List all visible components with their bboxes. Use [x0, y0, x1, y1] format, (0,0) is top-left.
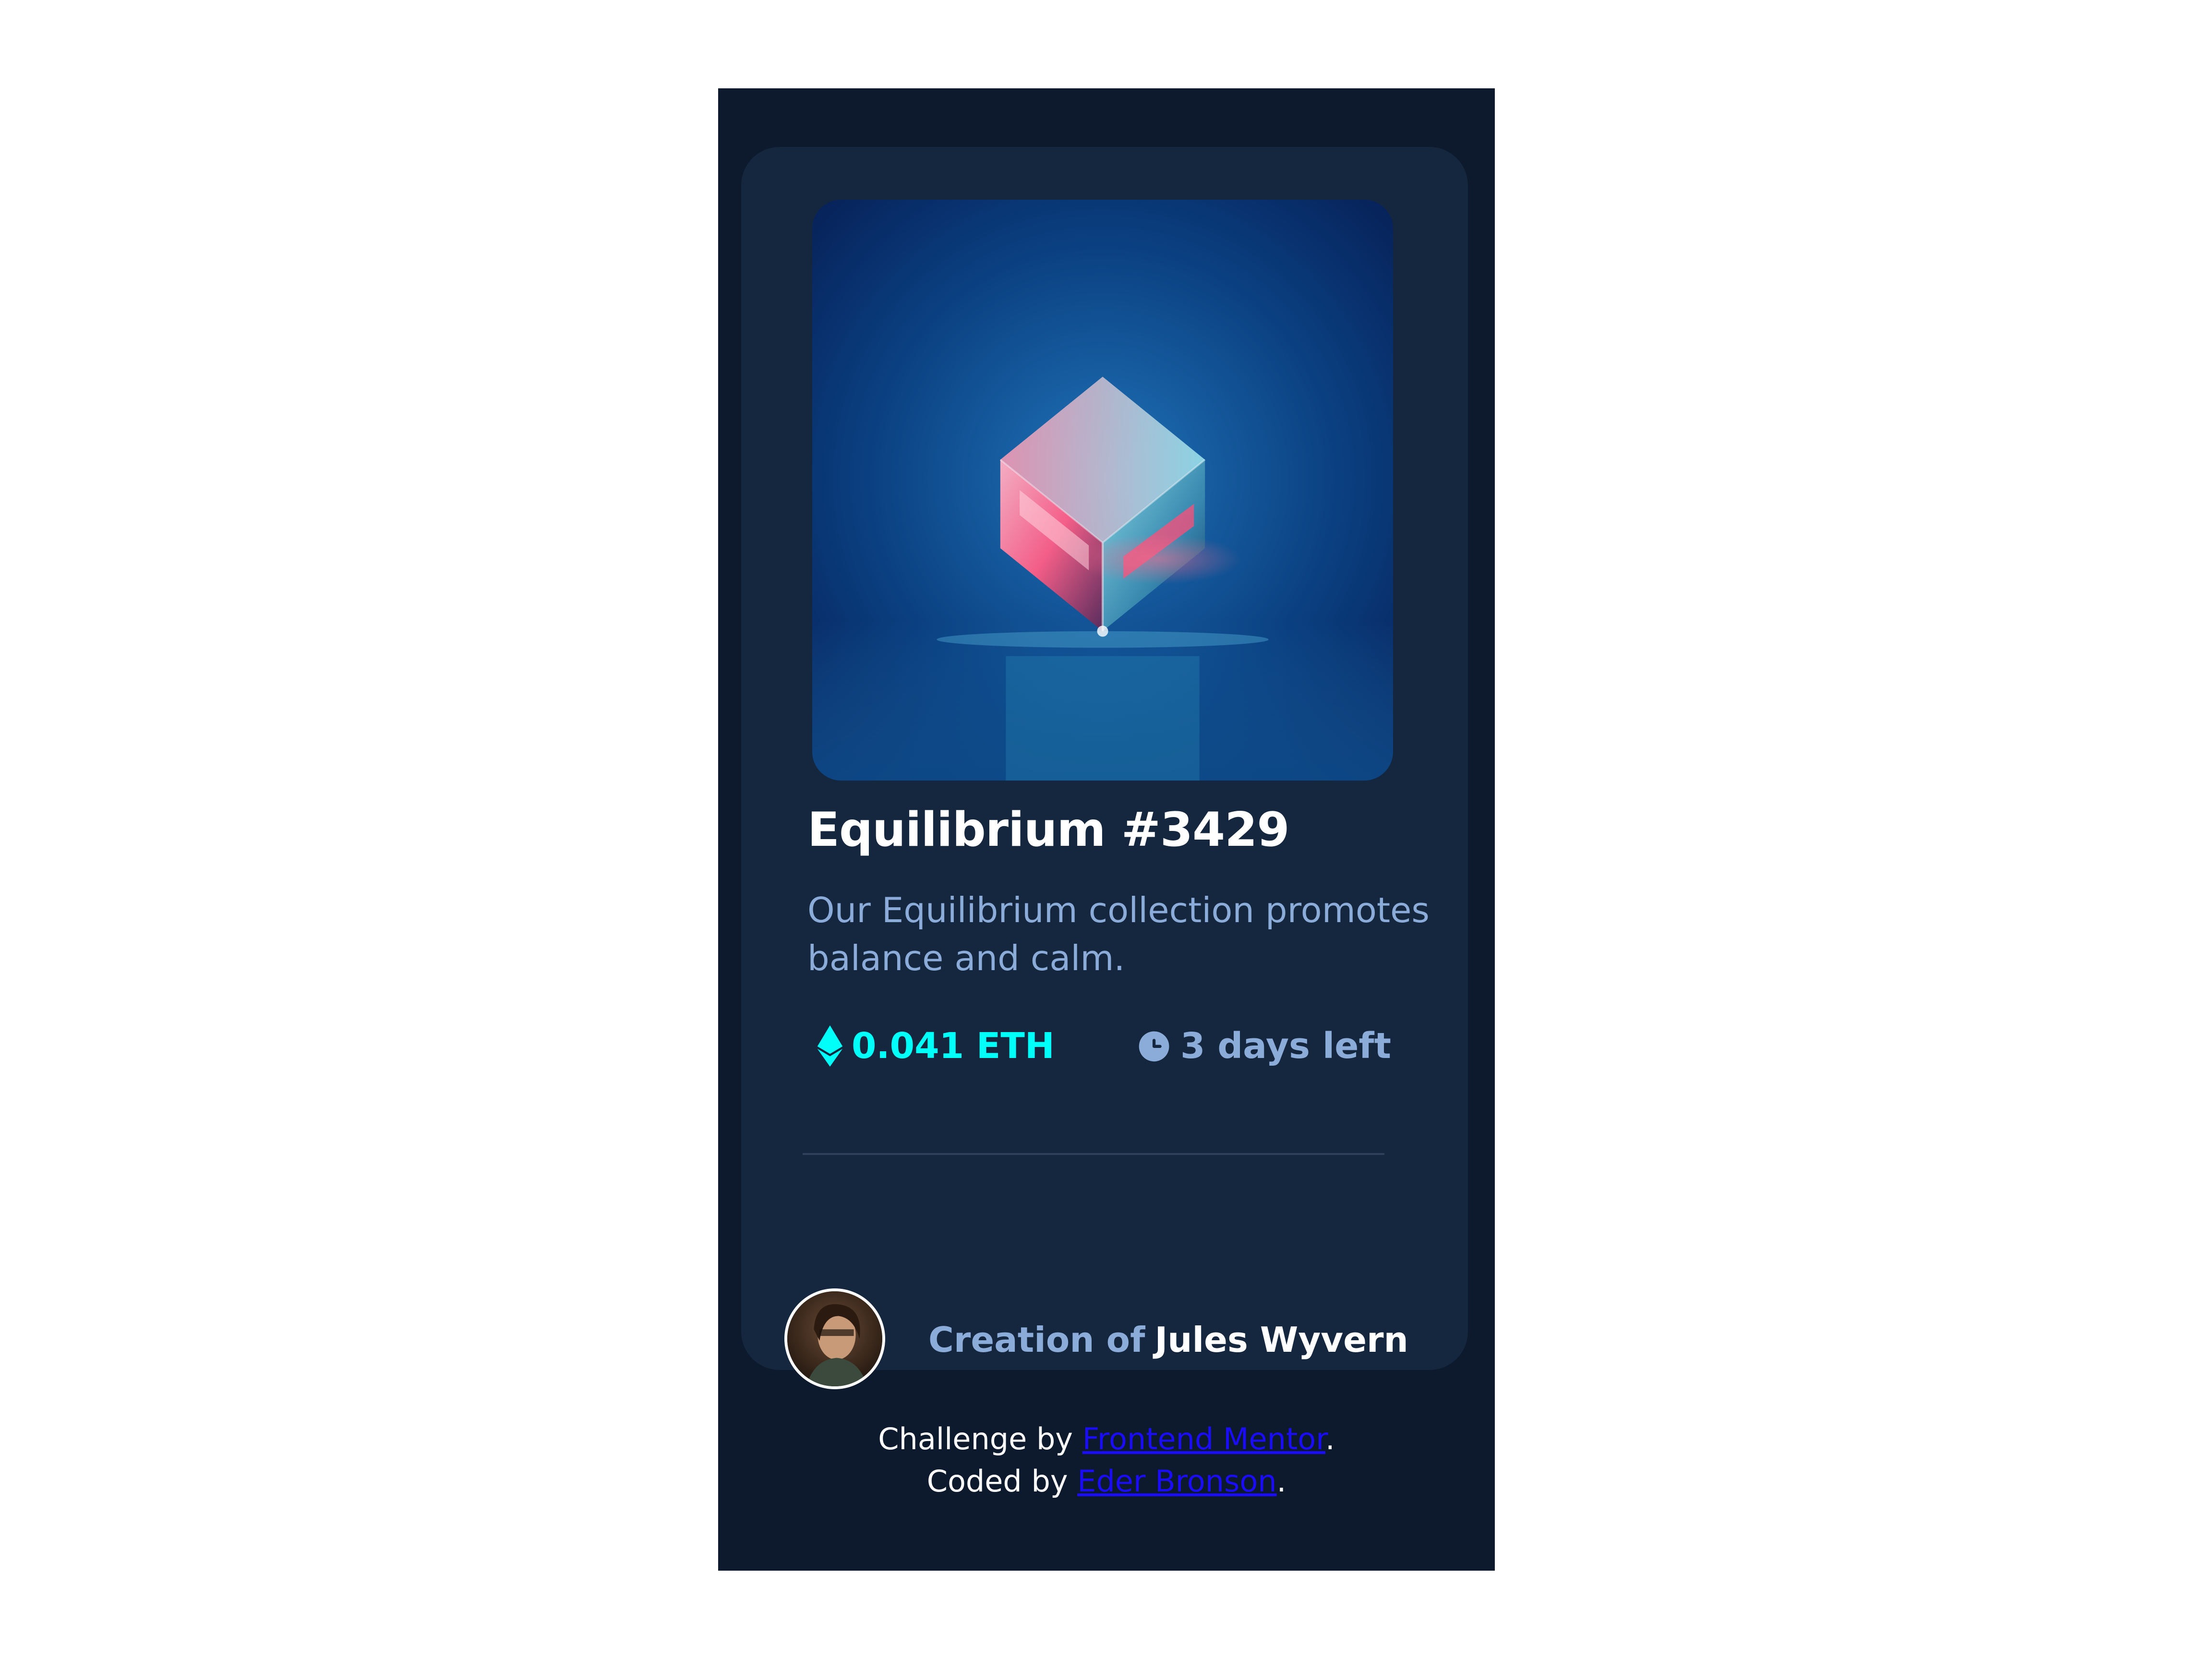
challenge-suffix: . — [1325, 1421, 1335, 1456]
price-value: 0.041 ETH — [852, 1025, 1055, 1067]
frontend-mentor-link[interactable]: Frontend Mentor — [1082, 1421, 1325, 1456]
hero-image-container[interactable] — [812, 200, 1393, 781]
attribution: Challenge by Frontend Mentor. Coded by E… — [718, 1418, 1495, 1503]
time-left-value: 3 days left — [1180, 1025, 1391, 1067]
nft-title[interactable]: Equilibrium #3429 — [807, 804, 1290, 856]
nft-card: Equilibrium #3429 Our Equilibrium collec… — [741, 147, 1468, 1389]
author-link[interactable]: Eder Bronson — [1077, 1464, 1276, 1499]
equilibrium-cube-image — [812, 200, 1393, 781]
creator-credit: Creation of Jules Wyvern — [928, 1313, 1408, 1366]
time-left: 3 days left — [1135, 1020, 1391, 1072]
coded-prefix: Coded by — [926, 1464, 1068, 1499]
ethereum-icon — [817, 1025, 843, 1067]
coded-suffix: . — [1276, 1464, 1286, 1499]
clock-icon — [1139, 1031, 1169, 1062]
page-viewport: Equilibrium #3429 Our Equilibrium collec… — [718, 88, 1495, 1571]
description-line: Our Equilibrium collection promotes — [807, 890, 1430, 930]
creator-prefix: Creation of — [928, 1320, 1145, 1360]
description-line: balance and calm. — [807, 938, 1125, 978]
nft-description: Our Equilibrium collection promotes bala… — [807, 886, 1441, 982]
attribution-challenge: Challenge by Frontend Mentor. — [718, 1418, 1495, 1460]
challenge-prefix: Challenge by — [878, 1421, 1073, 1456]
price: 0.041 ETH — [817, 1020, 1055, 1072]
creator-avatar-image — [787, 1291, 882, 1386]
creator-name-link[interactable]: Jules Wyvern — [1154, 1320, 1408, 1360]
attribution-coded: Coded by Eder Bronson. — [718, 1460, 1495, 1503]
avatar — [784, 1288, 885, 1389]
divider — [803, 1153, 1384, 1155]
